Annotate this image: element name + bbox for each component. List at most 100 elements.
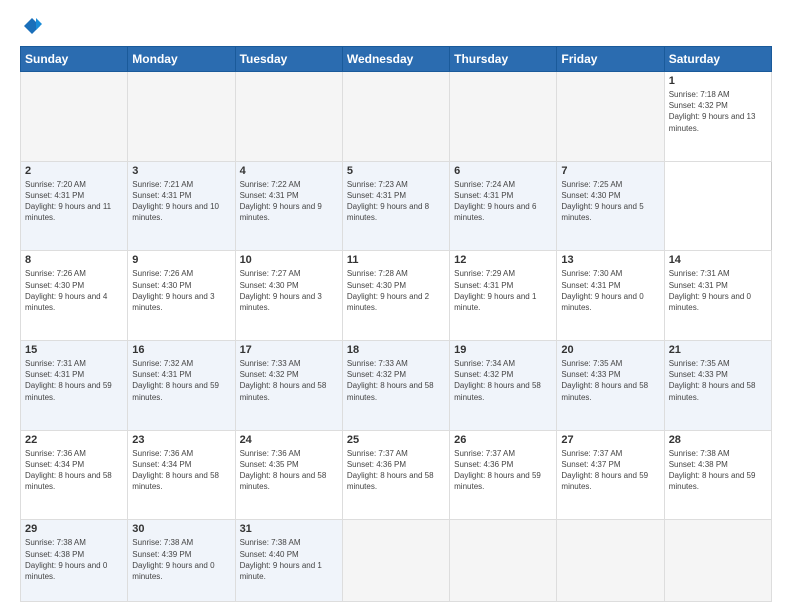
day-number: 14 [669, 254, 767, 266]
page: SundayMondayTuesdayWednesdayThursdayFrid… [0, 0, 792, 612]
empty-cell [664, 520, 771, 602]
header [20, 16, 772, 36]
calendar-day-13: 13 Sunrise: 7:30 AMSunset: 4:31 PMDaylig… [557, 251, 664, 341]
day-info: Sunrise: 7:37 AMSunset: 4:36 PMDaylight:… [347, 449, 434, 492]
empty-cell [342, 72, 449, 162]
col-header-friday: Friday [557, 47, 664, 72]
day-number: 2 [25, 165, 123, 177]
day-number: 26 [454, 434, 552, 446]
day-info: Sunrise: 7:29 AMSunset: 4:31 PMDaylight:… [454, 269, 536, 312]
day-info: Sunrise: 7:27 AMSunset: 4:30 PMDaylight:… [240, 269, 322, 312]
day-info: Sunrise: 7:36 AMSunset: 4:34 PMDaylight:… [25, 449, 112, 492]
day-number: 21 [669, 344, 767, 356]
day-info: Sunrise: 7:38 AMSunset: 4:38 PMDaylight:… [669, 449, 756, 492]
calendar-day-26: 26 Sunrise: 7:37 AMSunset: 4:36 PMDaylig… [450, 430, 557, 520]
calendar-day-25: 25 Sunrise: 7:37 AMSunset: 4:36 PMDaylig… [342, 430, 449, 520]
calendar-day-23: 23 Sunrise: 7:36 AMSunset: 4:34 PMDaylig… [128, 430, 235, 520]
day-number: 6 [454, 165, 552, 177]
calendar-day-21: 21 Sunrise: 7:35 AMSunset: 4:33 PMDaylig… [664, 341, 771, 431]
day-number: 17 [240, 344, 338, 356]
empty-cell [128, 72, 235, 162]
calendar-day-22: 22 Sunrise: 7:36 AMSunset: 4:34 PMDaylig… [21, 430, 128, 520]
day-info: Sunrise: 7:31 AMSunset: 4:31 PMDaylight:… [25, 359, 112, 402]
day-number: 27 [561, 434, 659, 446]
calendar-day-19: 19 Sunrise: 7:34 AMSunset: 4:32 PMDaylig… [450, 341, 557, 431]
calendar-day-9: 9 Sunrise: 7:26 AMSunset: 4:30 PMDayligh… [128, 251, 235, 341]
calendar-day-30: 30 Sunrise: 7:38 AMSunset: 4:39 PMDaylig… [128, 520, 235, 602]
day-info: Sunrise: 7:31 AMSunset: 4:31 PMDaylight:… [669, 269, 751, 312]
day-number: 8 [25, 254, 123, 266]
day-info: Sunrise: 7:20 AMSunset: 4:31 PMDaylight:… [25, 180, 111, 223]
col-header-tuesday: Tuesday [235, 47, 342, 72]
day-info: Sunrise: 7:26 AMSunset: 4:30 PMDaylight:… [132, 269, 214, 312]
day-number: 1 [669, 75, 767, 87]
day-number: 9 [132, 254, 230, 266]
day-info: Sunrise: 7:38 AMSunset: 4:40 PMDaylight:… [240, 538, 322, 581]
calendar-day-20: 20 Sunrise: 7:35 AMSunset: 4:33 PMDaylig… [557, 341, 664, 431]
empty-cell [557, 72, 664, 162]
day-number: 11 [347, 254, 445, 266]
empty-cell [21, 72, 128, 162]
calendar-day-5: 5 Sunrise: 7:23 AMSunset: 4:31 PMDayligh… [342, 161, 449, 251]
calendar-day-4: 4 Sunrise: 7:22 AMSunset: 4:31 PMDayligh… [235, 161, 342, 251]
day-info: Sunrise: 7:35 AMSunset: 4:33 PMDaylight:… [561, 359, 648, 402]
day-number: 13 [561, 254, 659, 266]
calendar-day-31: 31 Sunrise: 7:38 AMSunset: 4:40 PMDaylig… [235, 520, 342, 602]
day-info: Sunrise: 7:37 AMSunset: 4:36 PMDaylight:… [454, 449, 541, 492]
logo [20, 16, 42, 36]
calendar-day-24: 24 Sunrise: 7:36 AMSunset: 4:35 PMDaylig… [235, 430, 342, 520]
col-header-sunday: Sunday [21, 47, 128, 72]
calendar-day-29: 29 Sunrise: 7:38 AMSunset: 4:38 PMDaylig… [21, 520, 128, 602]
logo-icon [22, 16, 42, 36]
day-info: Sunrise: 7:25 AMSunset: 4:30 PMDaylight:… [561, 180, 643, 223]
day-number: 4 [240, 165, 338, 177]
empty-cell [557, 520, 664, 602]
calendar-day-1: 1 Sunrise: 7:18 AMSunset: 4:32 PMDayligh… [664, 72, 771, 162]
col-header-monday: Monday [128, 47, 235, 72]
col-header-saturday: Saturday [664, 47, 771, 72]
calendar-day-11: 11 Sunrise: 7:28 AMSunset: 4:30 PMDaylig… [342, 251, 449, 341]
day-number: 16 [132, 344, 230, 356]
calendar-day-15: 15 Sunrise: 7:31 AMSunset: 4:31 PMDaylig… [21, 341, 128, 431]
calendar-day-2: 2 Sunrise: 7:20 AMSunset: 4:31 PMDayligh… [21, 161, 128, 251]
empty-cell [450, 72, 557, 162]
day-number: 30 [132, 523, 230, 535]
day-info: Sunrise: 7:38 AMSunset: 4:39 PMDaylight:… [132, 538, 214, 581]
calendar-day-10: 10 Sunrise: 7:27 AMSunset: 4:30 PMDaylig… [235, 251, 342, 341]
calendar-day-12: 12 Sunrise: 7:29 AMSunset: 4:31 PMDaylig… [450, 251, 557, 341]
day-info: Sunrise: 7:32 AMSunset: 4:31 PMDaylight:… [132, 359, 219, 402]
day-number: 20 [561, 344, 659, 356]
day-info: Sunrise: 7:34 AMSunset: 4:32 PMDaylight:… [454, 359, 541, 402]
calendar-day-7: 7 Sunrise: 7:25 AMSunset: 4:30 PMDayligh… [557, 161, 664, 251]
day-info: Sunrise: 7:36 AMSunset: 4:34 PMDaylight:… [132, 449, 219, 492]
col-header-wednesday: Wednesday [342, 47, 449, 72]
day-info: Sunrise: 7:21 AMSunset: 4:31 PMDaylight:… [132, 180, 219, 223]
empty-cell [450, 520, 557, 602]
day-info: Sunrise: 7:22 AMSunset: 4:31 PMDaylight:… [240, 180, 322, 223]
day-number: 19 [454, 344, 552, 356]
day-info: Sunrise: 7:26 AMSunset: 4:30 PMDaylight:… [25, 269, 107, 312]
day-number: 31 [240, 523, 338, 535]
calendar-day-3: 3 Sunrise: 7:21 AMSunset: 4:31 PMDayligh… [128, 161, 235, 251]
day-number: 5 [347, 165, 445, 177]
calendar-day-8: 8 Sunrise: 7:26 AMSunset: 4:30 PMDayligh… [21, 251, 128, 341]
empty-cell [235, 72, 342, 162]
day-number: 10 [240, 254, 338, 266]
col-header-thursday: Thursday [450, 47, 557, 72]
calendar-day-16: 16 Sunrise: 7:32 AMSunset: 4:31 PMDaylig… [128, 341, 235, 431]
day-info: Sunrise: 7:35 AMSunset: 4:33 PMDaylight:… [669, 359, 756, 402]
calendar-day-6: 6 Sunrise: 7:24 AMSunset: 4:31 PMDayligh… [450, 161, 557, 251]
day-info: Sunrise: 7:30 AMSunset: 4:31 PMDaylight:… [561, 269, 643, 312]
day-info: Sunrise: 7:24 AMSunset: 4:31 PMDaylight:… [454, 180, 536, 223]
calendar-day-27: 27 Sunrise: 7:37 AMSunset: 4:37 PMDaylig… [557, 430, 664, 520]
day-number: 24 [240, 434, 338, 446]
day-info: Sunrise: 7:37 AMSunset: 4:37 PMDaylight:… [561, 449, 648, 492]
day-number: 12 [454, 254, 552, 266]
calendar-day-18: 18 Sunrise: 7:33 AMSunset: 4:32 PMDaylig… [342, 341, 449, 431]
calendar-day-28: 28 Sunrise: 7:38 AMSunset: 4:38 PMDaylig… [664, 430, 771, 520]
day-info: Sunrise: 7:33 AMSunset: 4:32 PMDaylight:… [347, 359, 434, 402]
day-info: Sunrise: 7:33 AMSunset: 4:32 PMDaylight:… [240, 359, 327, 402]
day-number: 3 [132, 165, 230, 177]
day-info: Sunrise: 7:28 AMSunset: 4:30 PMDaylight:… [347, 269, 429, 312]
calendar-table: SundayMondayTuesdayWednesdayThursdayFrid… [20, 46, 772, 602]
